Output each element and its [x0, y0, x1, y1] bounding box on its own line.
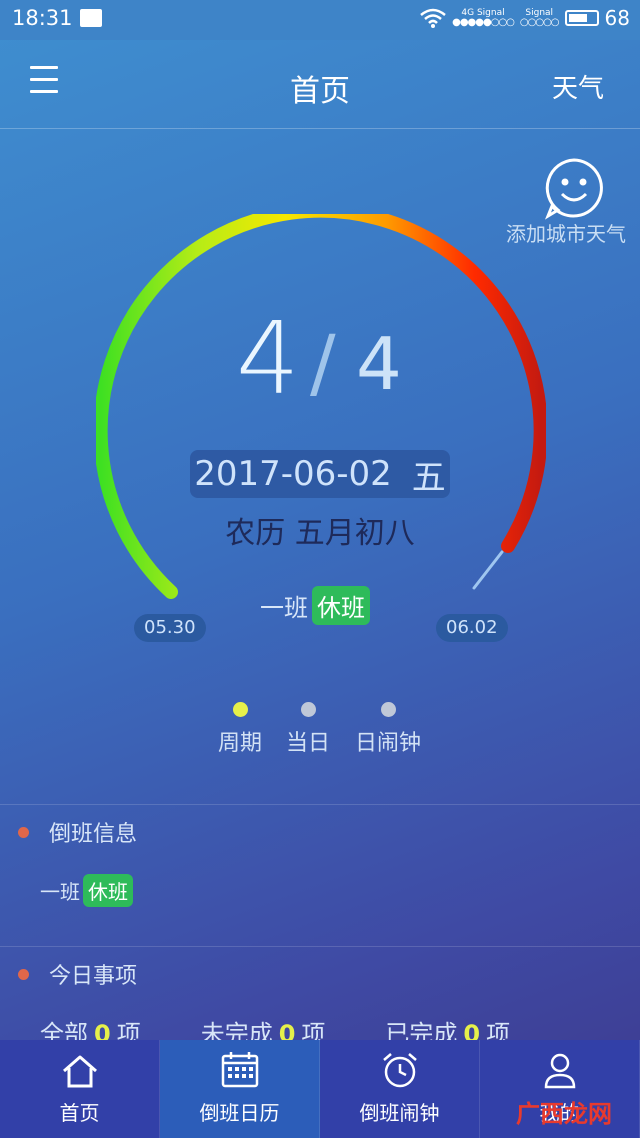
status-right: 4G Signal ●●●●●○○○ Signal ○○○○○ 68: [420, 6, 630, 30]
cycle-end-date: 06.02: [436, 614, 508, 642]
page-title: 首页: [290, 74, 350, 109]
nav-label: 倒班日历: [199, 1101, 280, 1125]
status-time: 18:31: [12, 6, 73, 30]
nav-label: 倒班闹钟: [359, 1101, 440, 1125]
calendar-icon: [221, 1052, 258, 1088]
shift-status-row: 一班 休班: [260, 586, 370, 625]
gallery-notification-icon: [80, 9, 102, 27]
smiley-icon[interactable]: [542, 156, 606, 220]
cycle-current-day: 4: [236, 300, 300, 417]
app-header: 首页 天气: [0, 40, 640, 129]
section-title-text: 今日事项: [49, 964, 138, 989]
signal-indicator-2: Signal ○○○○○: [519, 8, 560, 28]
cycle-start-date: 05.30: [134, 614, 206, 642]
wifi-icon: [420, 8, 446, 28]
section-title-text: 倒班信息: [49, 822, 138, 847]
shift-info-team: 一班: [40, 880, 80, 904]
shift-info-row: 一班 休班: [40, 874, 133, 907]
nav-label: 首页: [59, 1101, 100, 1125]
shift-info-section-title: 倒班信息: [18, 816, 137, 848]
shift-info-status-badge: 休班: [83, 874, 133, 907]
today-tasks-section-title: 今日事项: [18, 958, 137, 990]
pager-dot: [380, 702, 396, 717]
shift-team: 一班: [260, 594, 308, 622]
watermark: 广西龙网: [516, 1100, 612, 1128]
nav-shift-calendar[interactable]: 倒班日历: [160, 1040, 320, 1138]
date-display[interactable]: 2017-06-02 五: [190, 450, 450, 498]
divider: [0, 804, 640, 805]
current-date: 2017-06-02: [194, 454, 392, 494]
pager-dot: [300, 702, 316, 717]
home-icon: [62, 1055, 97, 1088]
section-bullet-icon: [18, 968, 29, 980]
nav-home[interactable]: 首页: [0, 1040, 160, 1138]
divider: [0, 946, 640, 947]
weekday: 五: [411, 457, 446, 498]
nav-shift-alarm[interactable]: 倒班闹钟: [320, 1040, 480, 1138]
cycle-total-days: 4: [356, 322, 402, 406]
pager-dot: [232, 702, 248, 717]
user-icon: [544, 1053, 575, 1089]
shift-status-badge: 休班: [312, 586, 370, 625]
lunar-date: 农历 五月初八: [225, 516, 415, 551]
status-bar: 18:31 4G Signal ●●●●●○○○ Signal ○○○○○ 68: [0, 0, 640, 40]
battery-level: 68: [604, 6, 630, 30]
section-bullet-icon: [18, 826, 29, 838]
alarm-clock-icon: [382, 1053, 417, 1088]
cycle-slash: /: [310, 318, 336, 407]
pager-item-day-alarm[interactable]: 日闹钟: [338, 702, 438, 757]
weather-link[interactable]: 天气: [552, 68, 604, 105]
gauge-arc-tail: [472, 550, 504, 590]
battery-icon: [564, 10, 599, 26]
signal-indicator-1: 4G Signal ●●●●●○○○: [452, 8, 515, 28]
pager-label: 日闹钟: [354, 731, 421, 756]
